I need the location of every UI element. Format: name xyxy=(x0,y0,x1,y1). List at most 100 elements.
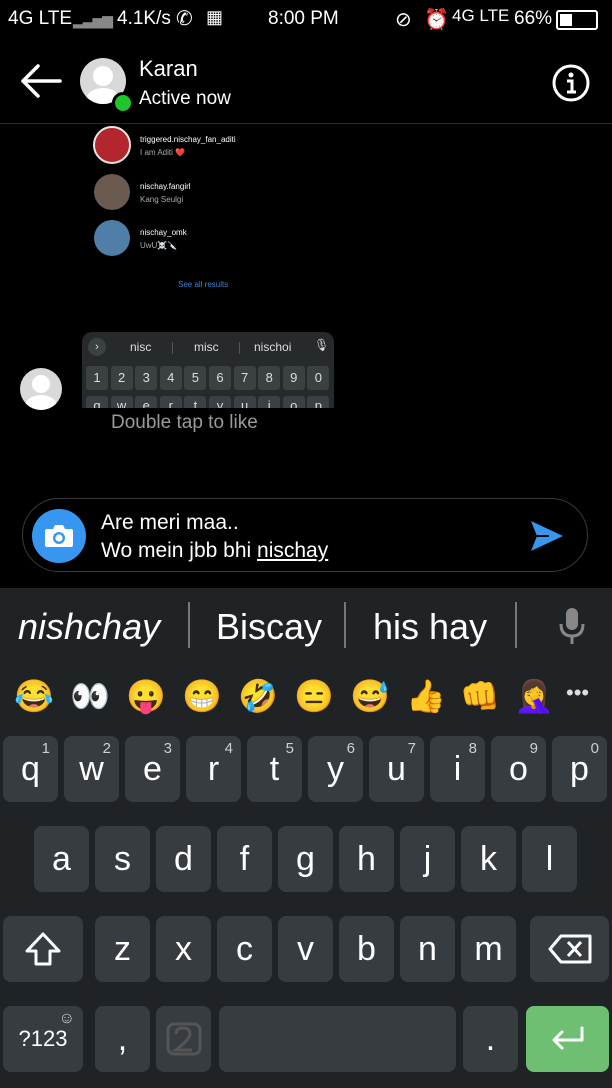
mini-letter-key: r xyxy=(159,396,182,408)
emoji-suggestion[interactable]: 😛 xyxy=(126,676,166,716)
shift-icon xyxy=(25,932,61,966)
see-all-results-link: See all results xyxy=(178,280,229,289)
suggestion-2[interactable]: Biscay xyxy=(216,588,322,666)
key-f-label: f xyxy=(239,839,250,878)
result-username: nischay_omk xyxy=(140,228,187,237)
double-tap-hint: Double tap to like xyxy=(111,412,258,433)
mini-letter-key: i xyxy=(258,396,281,408)
key-j-label: j xyxy=(423,839,432,878)
key-y[interactable]: y6 xyxy=(308,736,363,802)
suggestion-3[interactable]: his hay xyxy=(373,588,487,666)
info-icon[interactable] xyxy=(551,63,591,103)
message-input[interactable]: Are meri maa.. Wo mein jbb bhi nischay xyxy=(101,509,328,565)
key-p-label: p xyxy=(570,749,589,788)
key-i[interactable]: i8 xyxy=(430,736,485,802)
emoji-suggestion[interactable]: 👍 xyxy=(406,676,446,716)
key-number-hint: 0 xyxy=(590,740,599,757)
contact-name[interactable]: Karan xyxy=(139,56,198,82)
key-j[interactable]: j xyxy=(400,826,455,892)
microphone-icon[interactable] xyxy=(558,606,586,646)
key-y-label: y xyxy=(327,749,344,788)
space-key[interactable] xyxy=(219,1006,456,1072)
send-icon[interactable] xyxy=(529,519,565,553)
emoji-toggle-icon: ☺ xyxy=(58,1010,75,1027)
result-avatar xyxy=(94,174,130,210)
muted-icon: ⊘ xyxy=(395,9,412,31)
key-v[interactable]: v xyxy=(278,916,333,982)
key-u[interactable]: u7 xyxy=(369,736,424,802)
symbols-key[interactable]: ?123 ☺ xyxy=(3,1006,83,1072)
key-q-label: q xyxy=(21,749,40,788)
key-i-label: i xyxy=(453,749,462,788)
key-o-label: o xyxy=(509,749,528,788)
key-q[interactable]: q1 xyxy=(3,736,58,802)
alarm-icon: ⏰ xyxy=(424,9,449,31)
key-m[interactable]: m xyxy=(461,916,516,982)
key-a[interactable]: a xyxy=(34,826,89,892)
comma-key-label: , xyxy=(117,1019,128,1058)
key-d[interactable]: d xyxy=(156,826,211,892)
comma-key[interactable]: , xyxy=(95,1006,150,1072)
key-z[interactable]: z xyxy=(95,916,150,982)
emoji-suggestion[interactable]: 👊 xyxy=(460,676,500,716)
message-composer: Are meri maa.. Wo mein jbb bhi nischay xyxy=(22,498,588,572)
emoji-suggestion[interactable]: 😂 xyxy=(14,676,54,716)
network-indicator-left: 4G LTE xyxy=(8,8,73,29)
key-w[interactable]: w2 xyxy=(64,736,119,802)
result-username: nischay.fangirl xyxy=(140,182,191,191)
back-arrow-icon[interactable] xyxy=(20,64,62,98)
key-n[interactable]: n xyxy=(400,916,455,982)
language-key[interactable] xyxy=(156,1006,211,1072)
key-o[interactable]: o9 xyxy=(491,736,546,802)
enter-key[interactable] xyxy=(526,1006,609,1072)
network-speed: 4.1K/s xyxy=(117,8,171,29)
camera-button[interactable] xyxy=(32,509,86,563)
key-e-label: e xyxy=(143,749,162,788)
mini-number-key: 3 xyxy=(135,366,158,390)
key-number-hint: 2 xyxy=(102,740,111,757)
key-k-label: k xyxy=(480,839,497,878)
suggestion-1[interactable]: nishchay xyxy=(18,588,160,666)
emoji-suggestion[interactable]: 👀 xyxy=(70,676,110,716)
more-emoji-button[interactable]: ••• xyxy=(566,680,589,706)
key-t[interactable]: t5 xyxy=(247,736,302,802)
key-e[interactable]: e3 xyxy=(125,736,180,802)
key-u-label: u xyxy=(387,749,406,788)
enter-icon xyxy=(552,1026,583,1050)
key-w-label: w xyxy=(79,749,104,788)
emoji-suggestion[interactable]: 🤣 xyxy=(238,676,278,716)
shift-key[interactable] xyxy=(3,916,83,982)
period-key[interactable]: . xyxy=(463,1006,518,1072)
underlined-word: nischay xyxy=(257,539,329,562)
chevron-right-icon: › xyxy=(88,338,106,356)
backspace-icon xyxy=(548,934,591,964)
contact-status: Active now xyxy=(139,88,231,109)
key-p[interactable]: p0 xyxy=(552,736,607,802)
key-s[interactable]: s xyxy=(95,826,150,892)
sender-avatar[interactable] xyxy=(20,368,62,410)
mini-number-key: 4 xyxy=(159,366,182,390)
mini-mic-icon: 🎙 xyxy=(314,338,330,352)
key-x[interactable]: x xyxy=(156,916,211,982)
online-status-dot xyxy=(112,92,134,114)
key-number-hint: 9 xyxy=(529,740,538,757)
emoji-suggestion[interactable]: 😁 xyxy=(182,676,222,716)
key-b[interactable]: b xyxy=(339,916,394,982)
key-l[interactable]: l xyxy=(522,826,577,892)
mini-number-key: 7 xyxy=(233,366,256,390)
key-g[interactable]: g xyxy=(278,826,333,892)
key-r[interactable]: r4 xyxy=(186,736,241,802)
key-k[interactable]: k xyxy=(461,826,516,892)
emoji-suggestion[interactable]: 😅 xyxy=(350,676,390,716)
key-c[interactable]: c xyxy=(217,916,272,982)
key-d-label: d xyxy=(174,839,193,878)
key-h[interactable]: h xyxy=(339,826,394,892)
mini-number-key: 2 xyxy=(110,366,133,390)
result-avatar xyxy=(93,126,131,164)
result-subtitle: UwU☠️🔪 xyxy=(140,241,178,250)
emoji-suggestion[interactable]: 🤦‍♀️ xyxy=(514,676,554,716)
emoji-suggestion[interactable]: 😑 xyxy=(294,676,334,716)
key-s-label: s xyxy=(114,839,131,878)
backspace-key[interactable] xyxy=(530,916,609,982)
key-f[interactable]: f xyxy=(217,826,272,892)
